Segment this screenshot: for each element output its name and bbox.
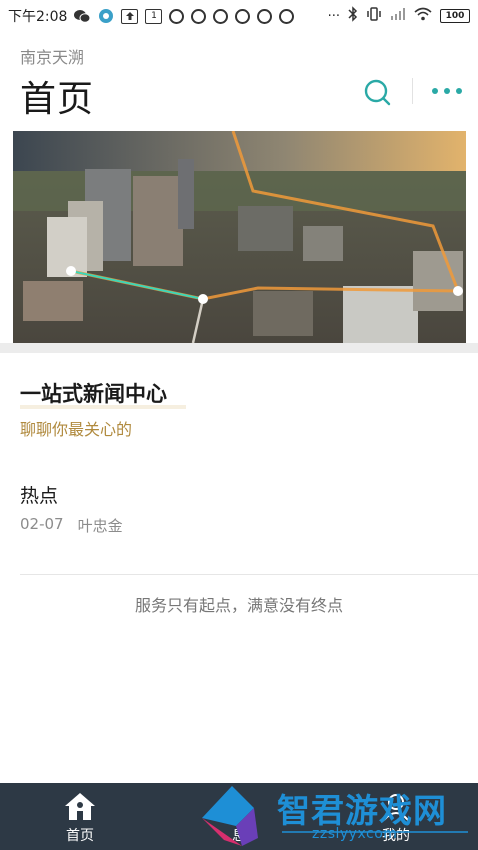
home-icon bbox=[65, 793, 95, 820]
nav-home-label: 首页 bbox=[66, 828, 94, 844]
more-button[interactable] bbox=[432, 84, 462, 98]
q-icon bbox=[257, 8, 273, 24]
section-title: 一站式新闻中心 bbox=[20, 382, 167, 406]
city-skyline-image bbox=[13, 131, 466, 343]
city-label: 南京天溯 bbox=[20, 48, 85, 67]
signal-icon bbox=[390, 7, 406, 25]
news-date: 02-07 bbox=[20, 515, 64, 533]
more-dot-icon bbox=[444, 88, 450, 94]
q-icon bbox=[191, 8, 207, 24]
notification-icons: 1 bbox=[73, 8, 295, 24]
news-author: 叶忠金 bbox=[77, 517, 123, 535]
browser-icon bbox=[97, 9, 114, 24]
wechat-icon bbox=[73, 9, 90, 24]
header-divider bbox=[412, 78, 413, 104]
search-icon bbox=[364, 79, 391, 106]
status-time: 下午2:08 bbox=[8, 9, 68, 25]
q-icon bbox=[169, 8, 185, 24]
list-divider bbox=[20, 574, 478, 575]
watermark-url: zzslyyxcom bbox=[312, 826, 398, 842]
q-icon bbox=[213, 8, 229, 24]
section-subtitle: 聊聊你最关心的 bbox=[20, 420, 133, 439]
q-icon bbox=[279, 8, 295, 24]
more-dot-icon bbox=[432, 88, 438, 94]
search-button[interactable] bbox=[363, 78, 391, 106]
calendar-icon: 1 bbox=[145, 8, 163, 24]
news-item-title[interactable]: 热点 bbox=[20, 481, 58, 508]
status-right: ··· 100 bbox=[328, 6, 470, 26]
upload-icon bbox=[121, 8, 139, 24]
banner-image[interactable] bbox=[13, 131, 466, 343]
vibrate-icon bbox=[366, 6, 382, 26]
nav-home[interactable]: 首页 bbox=[50, 783, 110, 850]
bluetooth-icon bbox=[348, 6, 358, 26]
watermark-text: 智君游戏网 bbox=[277, 791, 447, 830]
footer-slogan: 服务只有起点，满意没有终点 bbox=[134, 596, 343, 615]
battery-icon: 100 bbox=[440, 9, 470, 23]
page-title: 首页 bbox=[20, 79, 95, 120]
news-item-meta: 02-07 叶忠金 bbox=[20, 515, 123, 536]
status-bar: 下午2:08 1 ··· 100 bbox=[0, 0, 478, 32]
more-notifications-icon: ··· bbox=[327, 8, 340, 24]
q-icon bbox=[235, 8, 251, 24]
wifi-icon bbox=[414, 7, 432, 25]
section-divider-band bbox=[0, 343, 478, 353]
more-dot-icon bbox=[456, 88, 462, 94]
